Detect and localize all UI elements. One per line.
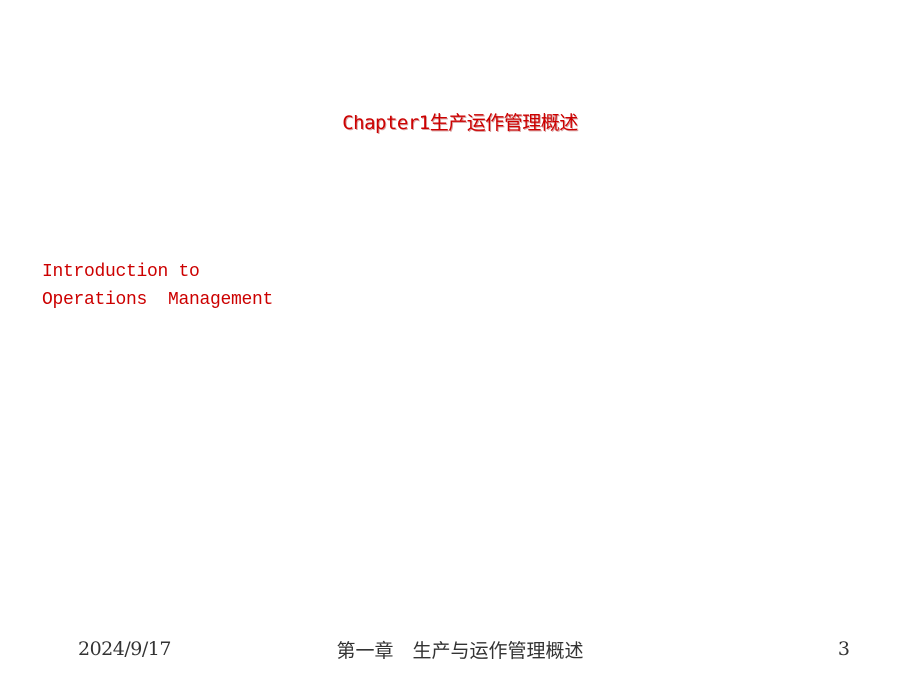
footer-page-number: 3 bbox=[837, 638, 850, 660]
slide-title: Chapter1生产运作管理概述 bbox=[342, 112, 578, 134]
subtitle-line-1: Introduction to bbox=[42, 262, 200, 282]
slide-subtitle: Introduction to Operations Management bbox=[42, 258, 273, 314]
slide: Chapter1生产运作管理概述 Introduction to Operati… bbox=[0, 0, 920, 690]
footer-chapter-title: 第一章 生产与运作管理概述 bbox=[336, 640, 584, 662]
subtitle-line-2: Operations Management bbox=[42, 290, 274, 310]
footer-date: 2024/9/17 bbox=[78, 638, 171, 660]
